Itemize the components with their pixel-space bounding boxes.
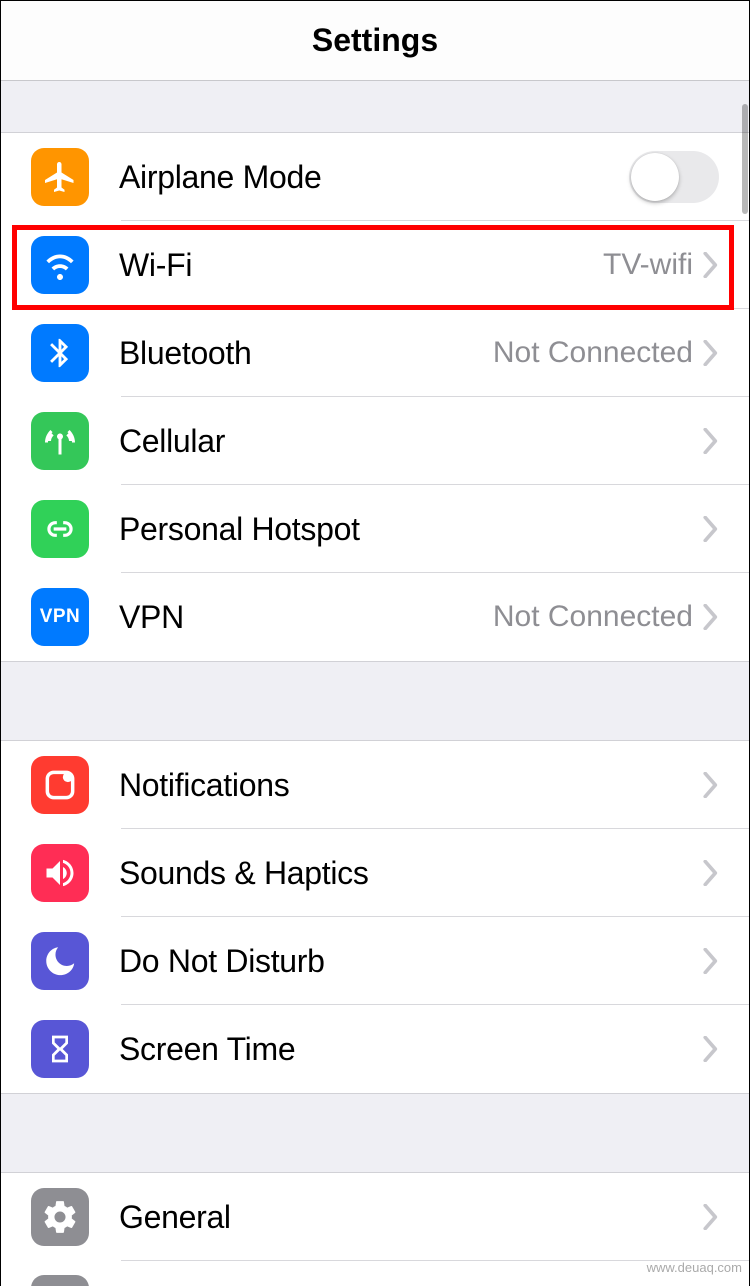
watermark-text: www.deuaq.com xyxy=(647,1260,742,1275)
chevron-right-icon xyxy=(703,1204,719,1230)
chevron-right-icon xyxy=(703,860,719,886)
row-label: Do Not Disturb xyxy=(119,943,703,980)
row-notifications[interactable]: Notifications xyxy=(1,741,749,829)
vpn-icon: VPN xyxy=(31,588,89,646)
hotspot-icon xyxy=(31,500,89,558)
row-label: Bluetooth xyxy=(119,335,493,372)
row-label: Wi-Fi xyxy=(119,247,603,284)
section-gap xyxy=(1,661,749,741)
chevron-right-icon xyxy=(703,604,719,630)
sounds-icon xyxy=(31,844,89,902)
row-sounds-haptics[interactable]: Sounds & Haptics xyxy=(1,829,749,917)
row-value: Not Connected xyxy=(493,600,693,634)
airplane-toggle[interactable] xyxy=(629,151,719,203)
row-value: TV-wifi xyxy=(603,248,693,282)
row-general[interactable]: General xyxy=(1,1173,749,1261)
row-label: Airplane Mode xyxy=(119,159,629,196)
row-wifi[interactable]: Wi-Fi TV-wifi xyxy=(1,221,749,309)
scroll-indicator[interactable] xyxy=(742,104,748,214)
row-screen-time[interactable]: Screen Time xyxy=(1,1005,749,1093)
chevron-right-icon xyxy=(703,772,719,798)
bluetooth-icon xyxy=(31,324,89,382)
row-value: Not Connected xyxy=(493,336,693,370)
row-bluetooth[interactable]: Bluetooth Not Connected xyxy=(1,309,749,397)
hourglass-icon xyxy=(31,1020,89,1078)
airplane-icon xyxy=(31,148,89,206)
row-airplane-mode[interactable]: Airplane Mode xyxy=(1,133,749,221)
chevron-right-icon xyxy=(703,252,719,278)
row-cellular[interactable]: Cellular xyxy=(1,397,749,485)
section-general: General Control Center xyxy=(1,1173,749,1286)
section-gap xyxy=(1,81,749,133)
row-do-not-disturb[interactable]: Do Not Disturb xyxy=(1,917,749,1005)
row-label: Notifications xyxy=(119,767,703,804)
row-label: General xyxy=(119,1199,703,1236)
row-control-center[interactable]: Control Center xyxy=(1,1261,749,1286)
moon-icon xyxy=(31,932,89,990)
navbar: Settings xyxy=(1,1,749,81)
wifi-icon xyxy=(31,236,89,294)
row-label: Sounds & Haptics xyxy=(119,855,703,892)
row-label: Cellular xyxy=(119,423,703,460)
row-label: Screen Time xyxy=(119,1031,703,1068)
chevron-right-icon xyxy=(703,516,719,542)
row-label: Personal Hotspot xyxy=(119,511,703,548)
row-vpn[interactable]: VPN VPN Not Connected xyxy=(1,573,749,661)
chevron-right-icon xyxy=(703,428,719,454)
chevron-right-icon xyxy=(703,948,719,974)
gear-icon xyxy=(31,1188,89,1246)
cellular-icon xyxy=(31,412,89,470)
page-title: Settings xyxy=(312,22,438,59)
chevron-right-icon xyxy=(703,1036,719,1062)
section-gap xyxy=(1,1093,749,1173)
row-label: VPN xyxy=(119,599,493,636)
chevron-right-icon xyxy=(703,340,719,366)
row-personal-hotspot[interactable]: Personal Hotspot xyxy=(1,485,749,573)
section-connectivity: Airplane Mode Wi-Fi TV-wifi Bluetooth No… xyxy=(1,133,749,661)
notifications-icon xyxy=(31,756,89,814)
section-interaction: Notifications Sounds & Haptics Do Not Di… xyxy=(1,741,749,1093)
control-center-icon xyxy=(31,1275,89,1286)
